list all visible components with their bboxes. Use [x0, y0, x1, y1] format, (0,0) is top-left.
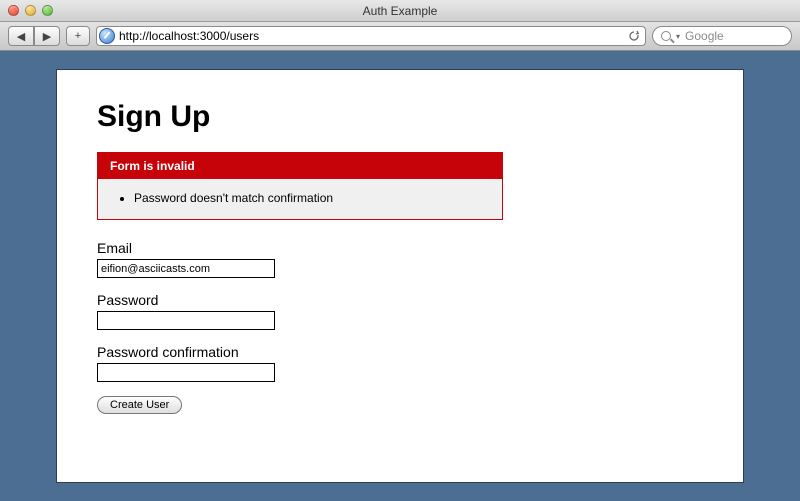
page-content: Sign Up Form is invalid Password doesn't…	[56, 69, 744, 483]
forward-button[interactable]: ▶	[34, 26, 60, 46]
error-list: Password doesn't match confirmation	[106, 189, 490, 207]
password-label: Password	[97, 292, 703, 308]
password-input[interactable]	[97, 311, 275, 330]
minimize-window-button[interactable]	[25, 5, 36, 16]
address-bar[interactable]: http://localhost:3000/users	[96, 26, 646, 46]
password-confirmation-input[interactable]	[97, 363, 275, 382]
submit-button[interactable]: Create User	[97, 396, 182, 414]
close-window-button[interactable]	[8, 5, 19, 16]
search-placeholder: Google	[685, 29, 724, 43]
site-icon	[99, 28, 115, 44]
browser-toolbar: ◀ ▶ + http://localhost:3000/users ▾ Goog…	[0, 22, 800, 51]
window-titlebar: Auth Example	[0, 0, 800, 22]
viewport: Sign Up Form is invalid Password doesn't…	[0, 51, 800, 501]
nav-buttons: ◀ ▶	[8, 26, 60, 46]
email-input[interactable]	[97, 259, 275, 278]
email-label: Email	[97, 240, 703, 256]
error-explanation: Form is invalid Password doesn't match c…	[97, 152, 503, 220]
search-icon	[661, 31, 671, 41]
reload-button[interactable]	[627, 29, 641, 43]
window-title: Auth Example	[0, 4, 800, 18]
search-field[interactable]: ▾ Google	[652, 26, 792, 46]
url-text: http://localhost:3000/users	[119, 29, 623, 43]
password-confirmation-label: Password confirmation	[97, 344, 703, 360]
password-confirmation-field-wrapper: Password confirmation	[97, 344, 703, 382]
error-body: Password doesn't match confirmation	[98, 179, 502, 219]
back-button[interactable]: ◀	[8, 26, 34, 46]
error-title: Form is invalid	[98, 153, 502, 179]
search-engine-chevron-icon: ▾	[676, 32, 680, 41]
error-message: Password doesn't match confirmation	[134, 189, 490, 207]
page-heading: Sign Up	[97, 100, 703, 134]
email-field-wrapper: Email	[97, 240, 703, 278]
add-bookmark-button[interactable]: +	[66, 26, 90, 46]
zoom-window-button[interactable]	[42, 5, 53, 16]
password-field-wrapper: Password	[97, 292, 703, 330]
window-controls	[8, 5, 53, 16]
